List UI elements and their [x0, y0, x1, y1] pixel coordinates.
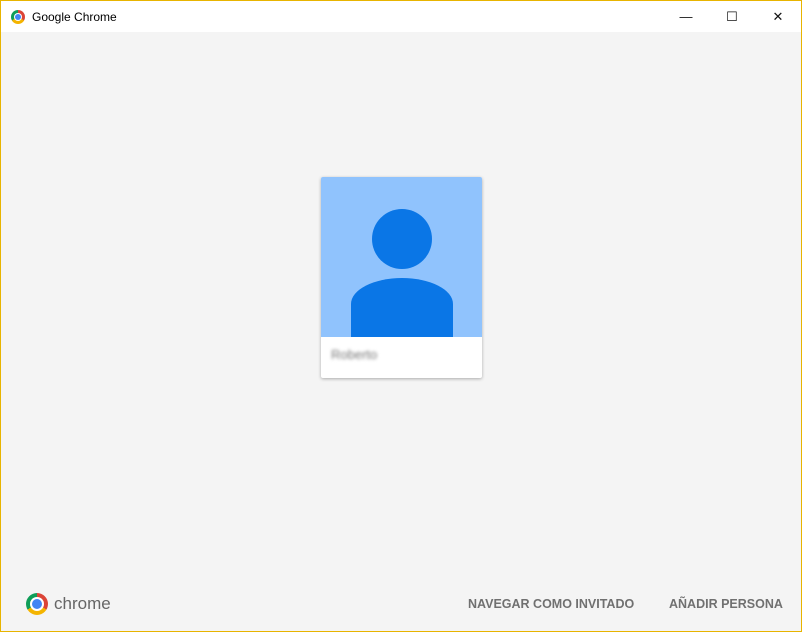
- profile-name: Roberto: [331, 347, 378, 362]
- person-body-icon: [351, 278, 453, 337]
- chrome-logo-icon: [11, 9, 25, 24]
- profile-card[interactable]: Roberto: [321, 177, 482, 378]
- add-person-button[interactable]: AÑADIR PERSONA: [669, 597, 783, 611]
- person-head-icon: [372, 209, 432, 269]
- avatar: [321, 177, 482, 337]
- title-bar: Google Chrome — ☐ ✕: [1, 1, 801, 32]
- window-title: Google Chrome: [32, 9, 117, 24]
- close-button[interactable]: ✕: [755, 1, 801, 32]
- brand-text: chrome: [54, 594, 111, 613]
- maximize-button[interactable]: ☐: [709, 1, 755, 32]
- chrome-logo-icon: [26, 593, 48, 615]
- browse-as-guest-button[interactable]: NAVEGAR COMO INVITADO: [468, 597, 634, 611]
- chrome-profile-picker-window: Google Chrome — ☐ ✕ Roberto chrome NAVEG…: [0, 0, 802, 632]
- chrome-brand: chrome: [26, 593, 111, 615]
- minimize-button[interactable]: —: [663, 1, 709, 32]
